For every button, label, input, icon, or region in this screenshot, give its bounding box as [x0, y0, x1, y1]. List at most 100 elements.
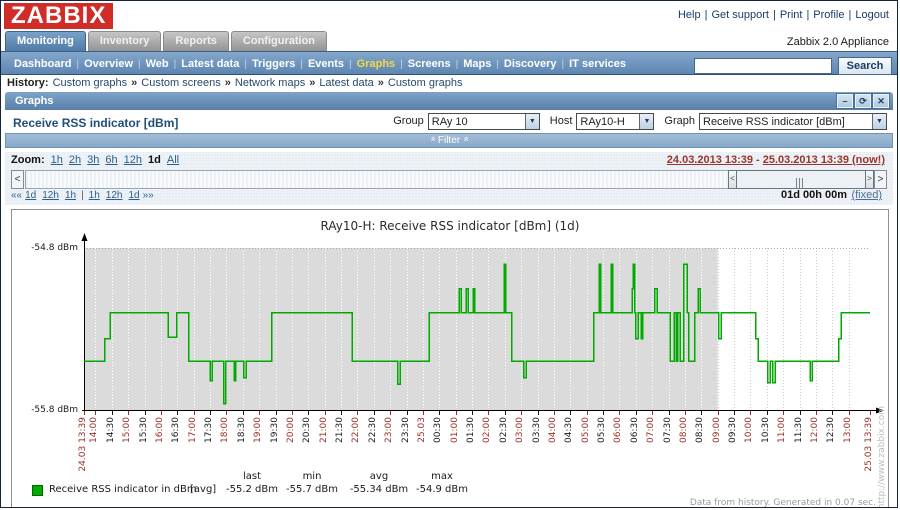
filter-toggle[interactable]: »Filter»	[5, 133, 893, 148]
restore-button[interactable]: ⟳	[854, 93, 872, 109]
nav-it-services[interactable]: IT services	[569, 58, 626, 70]
nav-fwd-1d[interactable]: 1d	[128, 190, 139, 201]
zoom-link-all[interactable]: All	[167, 154, 179, 166]
nav-prev-arrows[interactable]: ««	[11, 190, 22, 201]
tab-reports[interactable]: Reports	[163, 31, 229, 51]
breadcrumb-link[interactable]: Custom graphs	[53, 77, 128, 89]
x-axis-label: 09:00	[712, 417, 722, 443]
x-axis-label: 20:30	[302, 417, 312, 443]
minimize-button[interactable]: –	[836, 93, 854, 109]
group-select[interactable]: RAy 10 ▼	[427, 113, 540, 130]
nav-back-1d[interactable]: 1d	[25, 190, 36, 201]
zoom-link-2h[interactable]: 2h	[69, 154, 81, 166]
nav-screens[interactable]: Screens	[408, 58, 451, 70]
separator: |	[244, 59, 247, 70]
x-axis-label: 13:00	[843, 417, 853, 443]
scroll-left-button[interactable]: <	[11, 170, 24, 189]
nav-fwd-12h[interactable]: 12h	[106, 190, 123, 201]
top-link-get-support[interactable]: Get support	[711, 9, 768, 21]
nav-overview[interactable]: Overview	[84, 58, 133, 70]
nav-graphs[interactable]: Graphs	[357, 58, 396, 70]
top-link-print[interactable]: Print	[780, 9, 803, 21]
selector-graph: Graph Receive RSS indicator [dBm] ▼	[664, 113, 887, 130]
period-links-row: «« 1d 12h 1h | 1h 12h 1d»» 01d 00h 00m (fixed)	[11, 189, 887, 203]
nav-latest-data[interactable]: Latest data	[181, 58, 239, 70]
nav-discovery[interactable]: Discovery	[504, 58, 557, 70]
y-axis-arrow	[81, 233, 88, 241]
dropdown-arrow-icon[interactable]: ▼	[872, 114, 886, 129]
date-to-link[interactable]: 25.03.2013 13:39 (now!)	[763, 154, 885, 166]
slider-right-handle[interactable]: >	[865, 171, 873, 188]
graph-selectors: Group RAy 10 ▼ Host RAy10-H ▼ Graph Receive RSS…	[383, 113, 887, 130]
breadcrumb-separator: »	[131, 77, 138, 89]
breadcrumb-link[interactable]: Network maps	[235, 77, 305, 89]
x-axis-label: 01:30	[466, 417, 476, 443]
close-button[interactable]: ✕	[872, 93, 890, 109]
dropdown-arrow-icon[interactable]: ▼	[524, 114, 539, 129]
graph-label: Graph	[664, 115, 695, 128]
zoom-link-6h[interactable]: 6h	[105, 154, 117, 166]
x-axis-label: 11:30	[794, 417, 804, 443]
date-range: 24.03.2013 13:39-25.03.2013 13:39 (now!)	[666, 154, 885, 166]
tab-configuration[interactable]: Configuration	[230, 31, 328, 51]
zoom-row: Zoom: 1h 2h 3h 6h 12h 1d All 24.03.2013 13:39-…	[11, 154, 887, 169]
stat-max: -54.9 dBm	[415, 484, 468, 495]
tab-monitoring[interactable]: Monitoring	[5, 31, 86, 51]
series-aggregation: [avg]	[190, 484, 217, 495]
breadcrumb-link[interactable]: Custom screens	[141, 77, 220, 89]
nav-back-1h[interactable]: 1h	[65, 190, 76, 201]
separator: |	[138, 59, 141, 70]
x-axis-label: 19:30	[270, 417, 280, 443]
breadcrumb-separator: »	[224, 77, 231, 89]
collapse-chevron-icon: »	[427, 136, 438, 142]
x-axis-label: 16:30	[171, 417, 181, 443]
top-link-profile[interactable]: Profile	[813, 9, 844, 21]
x-axis-label: 05:30	[597, 417, 607, 443]
time-controls: Zoom: 1h 2h 3h 6h 12h 1d All 24.03.2013 13:39-…	[5, 152, 893, 205]
y-axis-label-top: -54.8 dBm	[31, 243, 78, 253]
x-axis-label: 17:30	[204, 417, 214, 443]
x-axis-label: 06:00	[613, 417, 623, 443]
nav-events[interactable]: Events	[308, 58, 344, 70]
top-link-logout[interactable]: Logout	[855, 9, 889, 21]
nav-maps[interactable]: Maps	[463, 58, 491, 70]
search-button[interactable]: Search	[838, 56, 892, 75]
zoom-link-12h[interactable]: 12h	[124, 154, 142, 166]
zoom-link-3h[interactable]: 3h	[87, 154, 99, 166]
host-select[interactable]: RAy10-H ▼	[576, 113, 655, 130]
breadcrumb-link[interactable]: Custom graphs	[388, 77, 463, 89]
nav-back-12h[interactable]: 12h	[42, 190, 59, 201]
graph-select[interactable]: Receive RSS indicator [dBm] ▼	[699, 113, 887, 130]
group-select-value: RAy 10	[431, 116, 468, 128]
nav-web[interactable]: Web	[146, 58, 169, 70]
separator: |	[772, 9, 776, 21]
nav-divider: |	[81, 190, 84, 201]
timeline-slider[interactable]: < >	[728, 170, 874, 189]
graph-select-value: Receive RSS indicator [dBm]	[703, 116, 845, 128]
x-axis-label: 25.03	[417, 417, 427, 443]
nav-fwd-1h[interactable]: 1h	[89, 190, 100, 201]
zoom-link-1h[interactable]: 1h	[51, 154, 63, 166]
zabbix-logo[interactable]: ZABBIX	[4, 3, 114, 29]
x-axis-label: 10:00	[744, 417, 754, 443]
chart-panel: RAy10-H: Receive RSS indicator [dBm] (1d…	[11, 209, 889, 507]
nav-dashboard[interactable]: Dashboard	[14, 58, 71, 70]
nav-triggers[interactable]: Triggers	[252, 58, 295, 70]
fixed-link[interactable]: (fixed)	[851, 189, 882, 201]
date-from-link[interactable]: 24.03.2013 13:39	[667, 154, 753, 166]
x-axis-label: 12:30	[826, 417, 836, 443]
appliance-label: Zabbix 2.0 Appliance	[786, 36, 889, 48]
x-axis-label: 14:00	[89, 417, 99, 443]
top-link-help[interactable]: Help	[678, 9, 701, 21]
nav-next-arrows[interactable]: »»	[143, 190, 154, 201]
breadcrumb-link[interactable]: Latest data	[319, 77, 373, 89]
slider-grip-icon[interactable]	[796, 175, 807, 188]
search-input[interactable]	[693, 57, 832, 74]
dropdown-arrow-icon[interactable]: ▼	[639, 114, 654, 129]
scroll-right-button[interactable]: >	[874, 170, 887, 189]
tab-inventory[interactable]: Inventory	[87, 31, 162, 51]
slider-left-handle[interactable]: <	[729, 171, 737, 188]
selector-host: Host RAy10-H ▼	[550, 113, 655, 130]
graphs-widget-header: Graphs – ⟳ ✕	[5, 92, 893, 110]
x-axis-label: 17:00	[188, 417, 198, 443]
